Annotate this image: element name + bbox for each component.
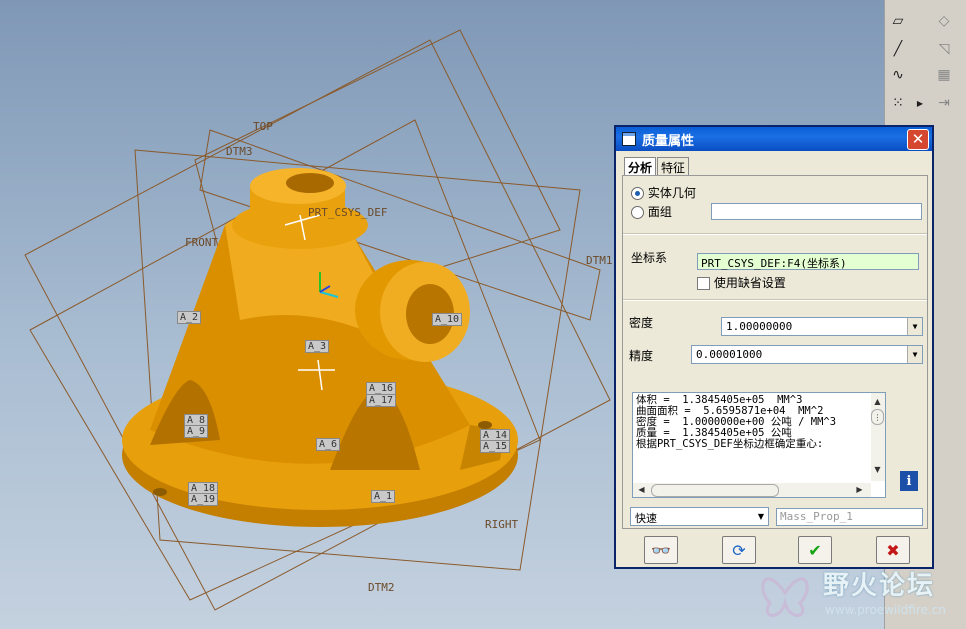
scroll-right-icon[interactable]: ▶ — [853, 483, 866, 496]
chevron-down-icon[interactable]: ▼ — [907, 346, 922, 363]
axis-tag-a10: A_10 — [432, 313, 463, 326]
dialog-title: 质量属性 — [642, 133, 695, 149]
quilt-field[interactable] — [711, 203, 922, 220]
axis-tag-a6: A_6 — [316, 438, 341, 451]
watermark-brand: 野火论坛 — [823, 571, 936, 601]
axis-tag-a2: A_2 — [177, 311, 202, 324]
close-button[interactable]: ✕ — [907, 128, 929, 150]
mass-properties-dialog: 质量属性 ✕ 分析 特征 实体几何 面组 坐标系 PRT_CSYS_DEF:F4… — [614, 125, 934, 569]
quilt-option[interactable]: 面组 — [631, 203, 672, 220]
accuracy-combo[interactable]: 0.00001000 ▼ — [691, 345, 923, 364]
datum-axis-icon[interactable]: ╱ — [887, 38, 909, 60]
dialog-titlebar[interactable]: 质量属性 ✕ — [616, 127, 932, 151]
scroll-up-icon[interactable]: ▲ — [871, 395, 884, 408]
datum-curve-icon[interactable]: ∿ — [887, 64, 909, 86]
axis-tag-a3: A_3 — [305, 340, 330, 353]
corner-icon[interactable]: ◹ — [933, 38, 955, 60]
csys-label: 坐标系 — [631, 251, 668, 265]
mode-combo[interactable]: 快速 ▼ — [630, 507, 769, 526]
use-default-label: 使用缺省设置 — [713, 276, 786, 290]
divider — [623, 233, 927, 235]
divider — [623, 299, 927, 301]
checkmark-icon: ✔ — [808, 540, 822, 560]
solid-geometry-radio[interactable] — [631, 187, 644, 200]
density-combo[interactable]: 1.00000000 ▼ — [721, 317, 923, 336]
scroll-down-icon[interactable]: ▼ — [871, 463, 884, 476]
vertical-scrollbar[interactable]: ▲ ⋮ ▼ — [871, 393, 885, 481]
chevron-down-icon[interactable]: ▼ — [907, 318, 922, 335]
use-default-option[interactable]: 使用缺省设置 — [697, 274, 786, 291]
axis-tag-a15: A_15 — [480, 440, 511, 453]
solid-geometry-option[interactable]: 实体几何 — [631, 184, 696, 201]
axis-tag-a1: A_1 — [371, 490, 396, 503]
plane-label-top: TOP — [253, 120, 273, 133]
scroll-thumb-horizontal[interactable] — [651, 484, 779, 497]
plane-label-dtm3: DTM3 — [226, 145, 253, 158]
density-label: 密度 — [629, 316, 654, 330]
mode-value: 快速 — [635, 512, 657, 525]
window-icon — [622, 132, 636, 146]
csys-field[interactable]: PRT_CSYS_DEF:F4(坐标系) — [697, 253, 919, 270]
analysis-name-field[interactable]: Mass_Prop_1 — [776, 508, 923, 526]
horizontal-scrollbar[interactable]: ◀ ▶ — [633, 483, 871, 497]
accuracy-value: 0.00001000 — [696, 348, 763, 361]
shape-icon[interactable]: ◇ — [933, 10, 955, 32]
datum-point-icon[interactable]: ⁙ — [887, 92, 909, 114]
csys-label: PRT_CSYS_DEF — [308, 206, 387, 219]
result-center-of-gravity: 根据PRT_CSYS_DEF坐标边框确定重心: — [636, 438, 824, 450]
use-default-checkbox[interactable] — [697, 277, 710, 290]
axis-tag-a19: A_19 — [188, 493, 219, 506]
scroll-left-icon[interactable]: ◀ — [635, 483, 648, 496]
tab-bar: 分析 特征 — [624, 157, 690, 177]
plane-label-right: RIGHT — [485, 518, 518, 531]
density-value: 1.00000000 — [726, 320, 793, 333]
cross-icon: ✖ — [886, 540, 900, 560]
results-textbox[interactable]: 体积 = 1.3845405e+05 MM^3 曲面面积 = 5.6595871… — [632, 392, 886, 498]
cancel-button[interactable]: ✖ — [876, 536, 910, 564]
quilt-radio[interactable] — [631, 206, 644, 219]
info-icon[interactable]: i — [900, 471, 918, 491]
plane-label-dtm1: DTM1 — [586, 254, 613, 267]
tab-feature[interactable]: 特征 — [657, 157, 690, 177]
analysis-panel: 实体几何 面组 坐标系 PRT_CSYS_DEF:F4(坐标系) 使用缺省设置 … — [622, 175, 928, 529]
watermark-url: www.proewildfire.cn — [825, 603, 946, 617]
accuracy-label: 精度 — [629, 349, 654, 363]
chevron-down-icon[interactable]: ▼ — [754, 508, 768, 525]
refresh-icon: ⟳ — [732, 540, 746, 560]
plane-label-dtm2: DTM2 — [368, 581, 395, 594]
forum-watermark: 野火论坛 www.proewildfire.cn — [755, 563, 960, 625]
flyout-arrow-icon[interactable]: ▶ — [909, 92, 931, 114]
export-icon[interactable]: ⇥ — [933, 92, 955, 114]
preview-button[interactable]: 👓 — [644, 536, 678, 564]
quilt-label: 面组 — [647, 205, 672, 219]
scroll-thumb[interactable]: ⋮ — [871, 409, 884, 425]
solid-geometry-label: 实体几何 — [647, 186, 696, 200]
axis-tag-a9: A_9 — [184, 425, 209, 438]
datum-plane-icon[interactable]: ▱ — [887, 10, 909, 32]
axis-tag-a17: A_17 — [366, 394, 397, 407]
butterfly-logo-icon — [761, 577, 809, 617]
tab-analysis[interactable]: 分析 — [624, 157, 657, 177]
glasses-icon: 👓 — [651, 540, 671, 560]
ok-button[interactable]: ✔ — [798, 536, 832, 564]
plane-label-front: FRONT — [185, 236, 218, 249]
repeat-button[interactable]: ⟳ — [722, 536, 756, 564]
grid-icon[interactable]: ▦ — [933, 64, 955, 86]
